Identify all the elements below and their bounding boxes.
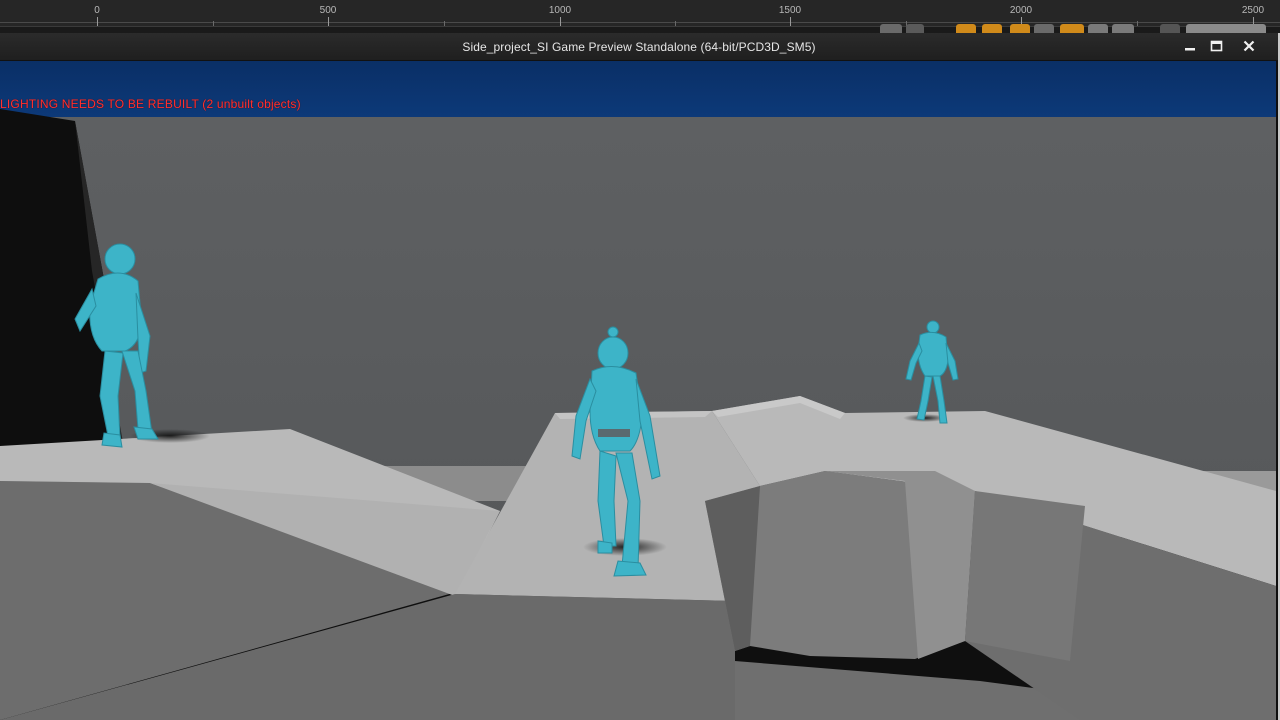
ruler-label: 2000 — [1009, 5, 1033, 16]
ruler-tick — [560, 17, 561, 26]
minimize-icon — [1185, 48, 1195, 51]
ruler-tick — [790, 17, 791, 26]
editor-timeline-ruler[interactable]: 0 500 1000 1500 2000 2500 — [0, 0, 1280, 27]
window-title: Side_project_SI Game Preview Standalone … — [462, 40, 816, 54]
ruler-minor-tick — [444, 21, 445, 26]
game-scene — [0, 61, 1276, 720]
minimize-button[interactable] — [1179, 37, 1201, 55]
ruler-tick — [328, 17, 329, 26]
game-viewport[interactable]: LIGHTING NEEDS TO BE REBUILT (2 unbuilt … — [0, 61, 1276, 720]
sky-band — [0, 61, 1276, 121]
ruler-minor-tick — [675, 21, 676, 26]
ruler-label: 1000 — [548, 5, 572, 16]
ruler-label: 0 — [94, 5, 100, 16]
ruler-minor-tick — [213, 21, 214, 26]
window-titlebar[interactable]: Side_project_SI Game Preview Standalone … — [0, 33, 1278, 61]
ruler-label: 1500 — [778, 5, 802, 16]
ruler-label: 2500 — [1241, 5, 1265, 16]
ruler-tick — [97, 17, 98, 26]
maximize-button[interactable] — [1205, 37, 1227, 55]
right-wall-face-2 — [965, 491, 1085, 661]
lighting-warning-message: LIGHTING NEEDS TO BE REBUILT (2 unbuilt … — [0, 97, 301, 111]
maximize-icon — [1210, 40, 1222, 52]
close-icon — [1243, 40, 1255, 52]
ruler-label: 500 — [319, 5, 337, 16]
close-button[interactable] — [1238, 37, 1260, 55]
ruler-baseline — [0, 22, 1280, 23]
game-preview-window[interactable]: Side_project_SI Game Preview Standalone … — [0, 33, 1280, 720]
